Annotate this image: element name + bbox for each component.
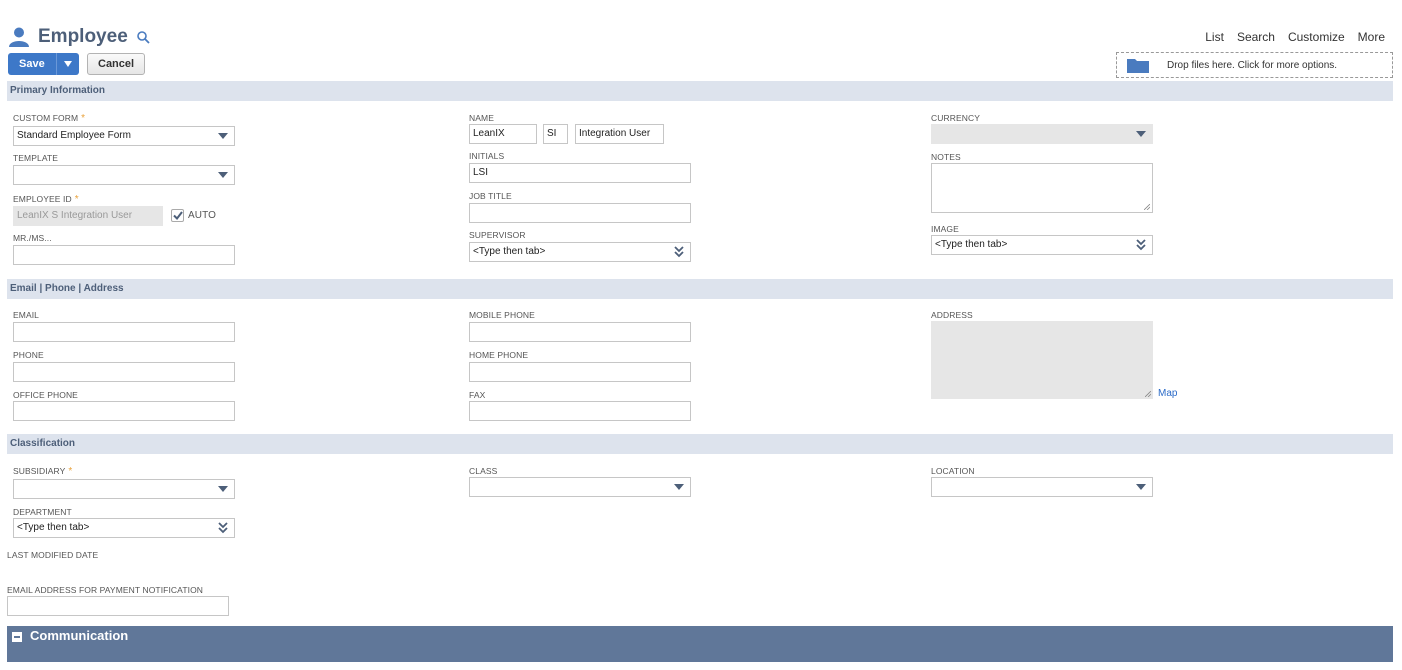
- currency-select: [931, 124, 1153, 144]
- department-value: <Type then tab>: [17, 522, 90, 533]
- notes-textarea[interactable]: [931, 163, 1153, 213]
- resize-handle-icon[interactable]: [1145, 391, 1151, 397]
- mobile-phone-label: MOBILE PHONE: [469, 310, 535, 320]
- dropdown-arrow-icon: [218, 172, 228, 178]
- employee-id-label: EMPLOYEE ID *: [13, 194, 79, 205]
- payment-email-field[interactable]: [7, 596, 229, 616]
- auto-checkbox[interactable]: [171, 209, 184, 222]
- mobile-phone-field[interactable]: [469, 322, 691, 342]
- supervisor-field[interactable]: <Type then tab>: [469, 242, 691, 262]
- more-link[interactable]: More: [1358, 30, 1385, 44]
- dropdown-arrow-icon: [218, 486, 228, 492]
- page-title: Employee: [38, 26, 128, 47]
- email-label: EMAIL: [13, 310, 40, 320]
- supervisor-value: <Type then tab>: [473, 246, 546, 257]
- required-mark: *: [68, 466, 73, 477]
- payment-email-label: EMAIL ADDRESS FOR PAYMENT NOTIFICATION: [7, 585, 204, 595]
- supervisor-label: SUPERVISOR: [469, 230, 526, 240]
- map-link[interactable]: Map: [1158, 388, 1177, 399]
- double-chevron-down-icon[interactable]: [673, 245, 685, 259]
- section-classification: Classification: [7, 434, 1393, 454]
- middle-name-field[interactable]: SI: [543, 124, 568, 144]
- subsidiary-label: SUBSIDIARY *: [13, 466, 73, 477]
- currency-label: CURRENCY: [931, 113, 980, 123]
- image-field[interactable]: <Type then tab>: [931, 235, 1153, 255]
- phone-label: PHONE: [13, 350, 44, 360]
- initials-label: INITIALS: [469, 151, 505, 161]
- cancel-button[interactable]: Cancel: [87, 53, 146, 75]
- required-mark: *: [81, 113, 86, 124]
- name-label: NAME: [469, 113, 494, 123]
- image-value: <Type then tab>: [935, 239, 1008, 250]
- address-label: ADDRESS: [931, 310, 973, 320]
- fax-field[interactable]: [469, 401, 691, 421]
- mrms-field[interactable]: [13, 245, 235, 265]
- department-label: DEPARTMENT: [13, 507, 72, 517]
- customize-link[interactable]: Customize: [1288, 30, 1345, 44]
- first-name-field[interactable]: LeanIX: [469, 124, 537, 144]
- custom-form-label: CUSTOM FORM *: [13, 113, 86, 124]
- save-menu-dropdown[interactable]: [56, 53, 79, 75]
- checkmark-icon: [172, 211, 183, 220]
- template-label: TEMPLATE: [13, 153, 59, 163]
- job-title-field[interactable]: [469, 203, 691, 223]
- template-select[interactable]: [13, 165, 235, 185]
- office-phone-label: OFFICE PHONE: [13, 390, 78, 400]
- fax-label: FAX: [469, 390, 486, 400]
- collapse-icon[interactable]: [12, 632, 22, 642]
- home-phone-field[interactable]: [469, 362, 691, 382]
- file-drop-zone[interactable]: Drop files here. Click for more options.: [1116, 52, 1393, 78]
- class-label: CLASS: [469, 466, 498, 476]
- location-select[interactable]: [931, 477, 1153, 497]
- drop-zone-text: Drop files here. Click for more options.: [1167, 59, 1338, 71]
- custom-form-value: Standard Employee Form: [17, 130, 131, 141]
- office-phone-field[interactable]: [13, 401, 235, 421]
- search-icon[interactable]: [136, 30, 150, 44]
- save-button-group[interactable]: Save: [8, 53, 79, 75]
- person-icon: [9, 27, 29, 47]
- address-box[interactable]: [931, 321, 1153, 399]
- caret-down-icon: [63, 61, 72, 67]
- department-field[interactable]: <Type then tab>: [13, 518, 235, 538]
- folder-icon: [1127, 59, 1149, 73]
- last-modified-date-label: LAST MODIFIED DATE: [7, 550, 99, 560]
- dropdown-arrow-icon: [1136, 484, 1146, 490]
- notes-label: NOTES: [931, 152, 961, 162]
- dropdown-arrow-icon: [218, 133, 228, 139]
- double-chevron-down-icon[interactable]: [217, 521, 229, 535]
- resize-handle-icon[interactable]: [1144, 204, 1150, 210]
- email-field[interactable]: [13, 322, 235, 342]
- job-title-label: JOB TITLE: [469, 191, 512, 201]
- custom-form-select[interactable]: Standard Employee Form: [13, 126, 235, 146]
- communication-title: Communication: [30, 628, 129, 643]
- class-select[interactable]: [469, 477, 691, 497]
- save-button[interactable]: Save: [8, 53, 57, 75]
- phone-field[interactable]: [13, 362, 235, 382]
- subsidiary-select[interactable]: [13, 479, 235, 499]
- list-link[interactable]: List: [1205, 30, 1224, 44]
- double-chevron-down-icon[interactable]: [1135, 238, 1147, 252]
- top-links: List Search Customize More: [1205, 30, 1385, 44]
- mrms-label: MR./MS...: [13, 233, 52, 243]
- required-mark: *: [74, 194, 79, 205]
- initials-field[interactable]: LSI: [469, 163, 691, 183]
- section-email-phone-address: Email | Phone | Address: [7, 279, 1393, 299]
- auto-checkbox-group[interactable]: AUTO: [171, 209, 216, 222]
- last-name-field[interactable]: Integration User: [575, 124, 664, 144]
- location-label: LOCATION: [931, 466, 975, 476]
- employee-id-field: LeanIX S Integration User: [13, 206, 163, 226]
- home-phone-label: HOME PHONE: [469, 350, 529, 360]
- search-link[interactable]: Search: [1237, 30, 1275, 44]
- section-primary-information: Primary Information: [7, 81, 1393, 101]
- dropdown-arrow-icon: [674, 484, 684, 490]
- page-header: Employee: [8, 24, 150, 50]
- auto-label: AUTO: [188, 210, 216, 221]
- dropdown-arrow-icon: [1136, 131, 1146, 137]
- section-communication[interactable]: Communication: [7, 626, 1393, 662]
- image-label: IMAGE: [931, 224, 959, 234]
